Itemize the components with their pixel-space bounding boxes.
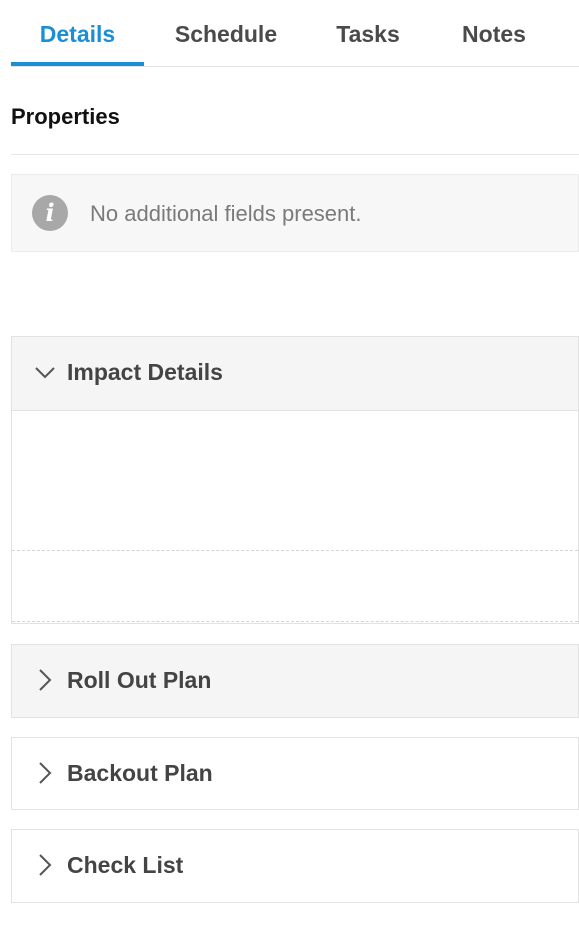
roll-out-plan-header[interactable]: Roll Out Plan bbox=[12, 645, 578, 717]
chevron-right-icon bbox=[39, 669, 52, 691]
info-message-box: i No additional fields present. bbox=[11, 174, 579, 252]
tab-bar: Details Schedule Tasks Notes bbox=[11, 0, 579, 67]
tab-notes[interactable]: Notes bbox=[449, 0, 539, 66]
impact-divider bbox=[12, 550, 578, 551]
roll-out-plan-title: Roll Out Plan bbox=[67, 667, 212, 693]
impact-details-header[interactable]: Impact Details bbox=[12, 337, 578, 411]
impact-details-title: Impact Details bbox=[67, 359, 223, 385]
impact-bottom-divider bbox=[12, 621, 578, 622]
backout-plan-header[interactable]: Backout Plan bbox=[12, 738, 578, 810]
properties-heading: Properties bbox=[11, 104, 120, 129]
backout-plan-panel: Backout Plan bbox=[11, 737, 579, 810]
check-list-header[interactable]: Check List bbox=[12, 830, 578, 902]
tab-details[interactable]: Details bbox=[11, 0, 144, 66]
properties-divider bbox=[11, 154, 579, 155]
chevron-right-icon bbox=[39, 762, 52, 784]
check-list-panel: Check List bbox=[11, 829, 579, 903]
backout-plan-title: Backout Plan bbox=[67, 760, 213, 786]
tab-tasks[interactable]: Tasks bbox=[323, 0, 413, 66]
info-message-text: No additional fields present. bbox=[90, 201, 362, 226]
tab-schedule[interactable]: Schedule bbox=[161, 0, 291, 66]
chevron-down-icon bbox=[35, 367, 55, 379]
chevron-right-icon bbox=[39, 854, 52, 876]
roll-out-plan-panel: Roll Out Plan bbox=[11, 644, 579, 718]
check-list-title: Check List bbox=[67, 852, 184, 878]
info-icon: i bbox=[32, 195, 68, 231]
impact-details-panel: Impact Details bbox=[11, 336, 579, 624]
